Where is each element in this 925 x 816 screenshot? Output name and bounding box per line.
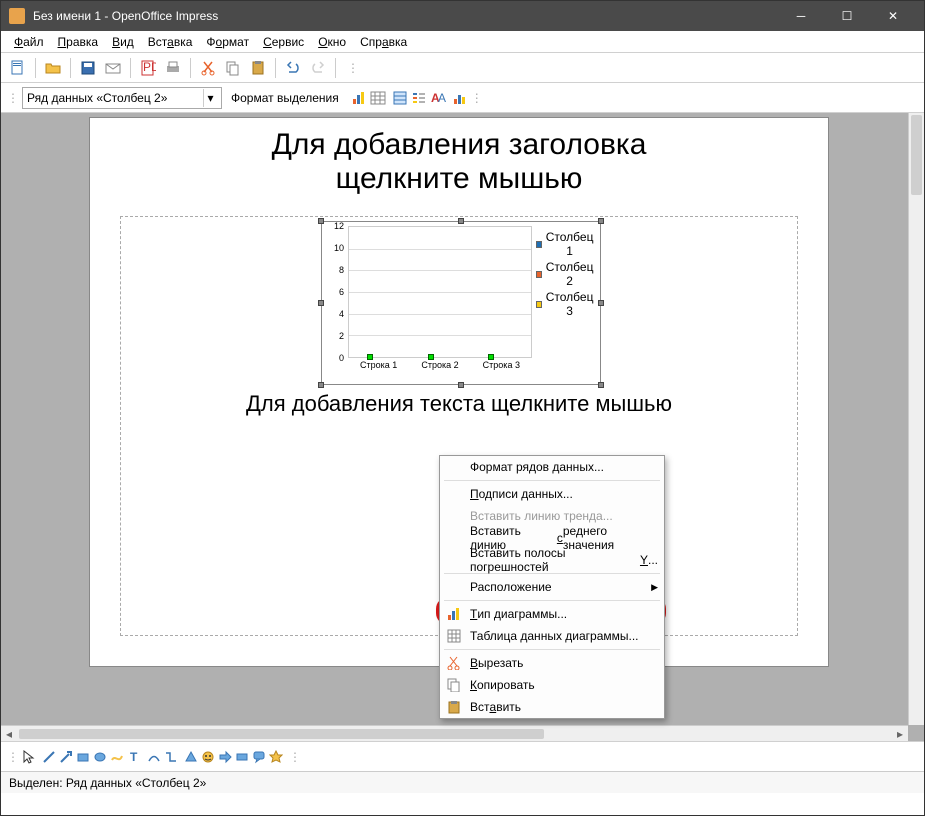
subtitle-text: Для добавления текста щелкните мышью xyxy=(121,391,797,417)
callout-icon[interactable] xyxy=(252,750,266,764)
toolbar-drawing: ⋮ T ⋮ xyxy=(1,741,924,771)
format-selection-button[interactable]: Формат выделения xyxy=(225,91,345,105)
ctx-data-table[interactable]: Таблица данных диаграммы... xyxy=(440,625,664,647)
grip-icon[interactable]: ⋮ xyxy=(471,91,483,105)
redo-icon[interactable] xyxy=(307,57,329,79)
title-line2: щелкните мышью xyxy=(120,162,798,196)
statusbar: Выделен: Ряд данных «Столбец 2» xyxy=(1,771,924,793)
data-table-icon[interactable] xyxy=(370,90,386,106)
title-line1: Для добавления заголовка xyxy=(120,128,798,162)
symbol-shapes-icon[interactable] xyxy=(201,750,215,764)
text-scale-icon[interactable]: AA xyxy=(430,90,446,106)
grip-icon[interactable]: ⋮ xyxy=(7,91,19,105)
paste-icon xyxy=(446,699,462,715)
cut-icon xyxy=(446,655,462,671)
selection-value: Ряд данных «Столбец 2» xyxy=(27,91,167,105)
arrow-icon[interactable] xyxy=(59,750,73,764)
svg-text:A: A xyxy=(438,91,446,105)
menu-file[interactable]: Файл xyxy=(7,33,51,51)
block-arrows-icon[interactable] xyxy=(218,750,232,764)
titlebar: Без имени 1 - OpenOffice Impress ─ ☐ ✕ xyxy=(1,1,924,31)
menu-help[interactable]: Справка xyxy=(353,33,414,51)
minimize-button[interactable]: ─ xyxy=(778,1,824,31)
vertical-scrollbar[interactable] xyxy=(908,113,924,725)
scroll-right-icon[interactable]: ▸ xyxy=(892,727,908,741)
y-axis: 024681012 xyxy=(328,226,346,358)
ctx-copy[interactable]: Копировать xyxy=(440,674,664,696)
chart-layout-icon[interactable] xyxy=(452,90,468,106)
status-text: Выделен: Ряд данных «Столбец 2» xyxy=(9,776,206,790)
print-icon[interactable] xyxy=(162,57,184,79)
ctx-chart-type[interactable]: Тип диаграммы... xyxy=(440,603,664,625)
maximize-button[interactable]: ☐ xyxy=(824,1,870,31)
mail-icon[interactable] xyxy=(102,57,124,79)
copy-icon[interactable] xyxy=(222,57,244,79)
window-title: Без имени 1 - OpenOffice Impress xyxy=(33,9,778,23)
chart-object[interactable]: 024681012 Строка 1Строка 2Строка 3 Столб… xyxy=(321,221,601,385)
menu-tools[interactable]: Сервис xyxy=(256,33,311,51)
context-menu: Формат рядов данных... Подписи данных...… xyxy=(439,455,665,719)
save-icon[interactable] xyxy=(77,57,99,79)
cut-icon[interactable] xyxy=(197,57,219,79)
grip-icon[interactable]: ⋮ xyxy=(342,57,364,79)
new-doc-icon[interactable] xyxy=(7,57,29,79)
ctx-format-series[interactable]: Формат рядов данных... xyxy=(440,456,664,478)
chart-type-icon[interactable] xyxy=(351,90,367,106)
x-axis-labels: Строка 1Строка 2Строка 3 xyxy=(348,360,532,378)
pdf-icon[interactable]: PDF xyxy=(137,57,159,79)
toolbar-chart: ⋮ Ряд данных «Столбец 2» ▾ Формат выделе… xyxy=(1,83,924,113)
chart-grid xyxy=(348,226,532,358)
pointer-icon[interactable] xyxy=(22,750,36,764)
ctx-arrangement[interactable]: Расположение▶ xyxy=(440,576,664,598)
freeform-icon[interactable] xyxy=(110,750,124,764)
ellipse-icon[interactable] xyxy=(93,750,107,764)
legend-icon[interactable] xyxy=(411,90,427,106)
curve-icon[interactable] xyxy=(147,750,161,764)
svg-text:PDF: PDF xyxy=(143,60,156,74)
copy-icon xyxy=(446,677,462,693)
chart-legend[interactable]: Столбец 1Столбец 2Столбец 3 xyxy=(532,226,594,378)
menu-edit[interactable]: Правка xyxy=(51,33,106,51)
rectangle-icon[interactable] xyxy=(76,750,90,764)
title-placeholder[interactable]: Для добавления заголовка щелкните мышью xyxy=(120,128,798,208)
menu-format[interactable]: Формат xyxy=(199,33,256,51)
ctx-data-labels[interactable]: Подписи данных... xyxy=(440,483,664,505)
menubar: Файл Правка Вид Вставка Формат Сервис Ок… xyxy=(1,31,924,53)
text-icon[interactable]: T xyxy=(127,750,141,764)
workspace: Для добавления заголовка щелкните мышью … xyxy=(1,113,924,741)
stars-icon[interactable] xyxy=(269,750,283,764)
toolbar-main: PDF ⋮ xyxy=(1,53,924,83)
hgrid-icon[interactable] xyxy=(392,90,408,106)
open-icon[interactable] xyxy=(42,57,64,79)
app-icon xyxy=(9,8,25,24)
basic-shapes-icon[interactable] xyxy=(184,750,198,764)
ctx-error-bars[interactable]: Вставить полосы погрешностей Y... xyxy=(440,549,664,571)
flowchart-icon[interactable] xyxy=(235,750,249,764)
menu-window[interactable]: Окно xyxy=(311,33,353,51)
paste-icon[interactable] xyxy=(247,57,269,79)
connector-icon[interactable] xyxy=(164,750,178,764)
menu-insert[interactable]: Вставка xyxy=(141,33,200,51)
undo-icon[interactable] xyxy=(282,57,304,79)
horizontal-scrollbar[interactable]: ◂ ▸ xyxy=(1,725,908,741)
chart-plot[interactable]: 024681012 Строка 1Строка 2Строка 3 xyxy=(328,226,532,378)
scroll-left-icon[interactable]: ◂ xyxy=(1,727,17,741)
dropdown-icon[interactable]: ▾ xyxy=(203,89,217,107)
menu-view[interactable]: Вид xyxy=(105,33,141,51)
grip-icon[interactable]: ⋮ xyxy=(289,750,301,764)
ctx-cut[interactable]: Вырезать xyxy=(440,652,664,674)
data-table-icon xyxy=(446,628,462,644)
grip-icon[interactable]: ⋮ xyxy=(7,750,19,764)
ctx-paste[interactable]: Вставить xyxy=(440,696,664,718)
chart-type-icon xyxy=(446,606,462,622)
close-button[interactable]: ✕ xyxy=(870,1,916,31)
selection-combo[interactable]: Ряд данных «Столбец 2» ▾ xyxy=(22,87,222,109)
line-icon[interactable] xyxy=(42,750,56,764)
svg-text:T: T xyxy=(130,750,138,764)
submenu-arrow-icon: ▶ xyxy=(651,582,658,593)
